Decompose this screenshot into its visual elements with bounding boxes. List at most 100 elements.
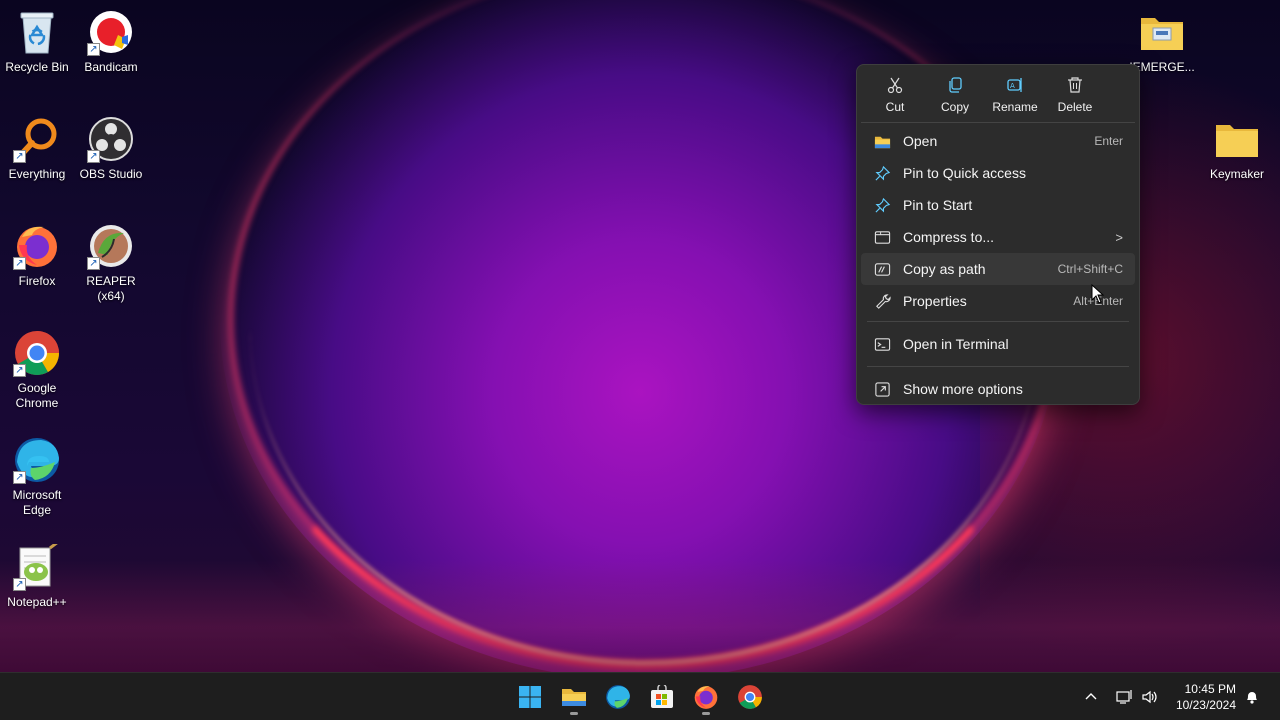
- menu-item-compress[interactable]: Compress to... >: [861, 221, 1135, 253]
- bandicam-icon: ↗: [87, 8, 135, 56]
- desktop-icon-google-chrome[interactable]: ↗ Google Chrome: [0, 329, 75, 411]
- desktop-icon-label: Keymaker: [1209, 167, 1265, 181]
- desktop-icon-reaper[interactable]: ↗ REAPER (x64): [73, 222, 149, 304]
- folder-icon: [871, 130, 893, 152]
- desktop-icon-label: Notepad++: [7, 595, 67, 609]
- pin-icon: [871, 162, 893, 184]
- context-menu-quick-actions: Cut Copy A Rename Delete: [861, 65, 1135, 123]
- running-indicator: [702, 712, 710, 715]
- desktop-icon-bandicam[interactable]: ↗ Bandicam: [73, 8, 149, 75]
- chevron-up-icon: [1085, 693, 1097, 700]
- windows-logo-icon: [519, 686, 541, 708]
- menu-item-shortcut: Ctrl+Shift+C: [1057, 262, 1123, 276]
- reaper-icon: ↗: [87, 222, 135, 270]
- context-menu: Cut Copy A Rename Delete Open Enter Pin …: [856, 64, 1140, 405]
- desktop-icon-firefox[interactable]: ↗ Firefox: [0, 222, 75, 289]
- file-explorer-icon: [562, 689, 586, 706]
- taskbar-firefox[interactable]: [686, 677, 726, 717]
- edge-icon: [606, 685, 630, 709]
- menu-item-pin-quick-access[interactable]: Pin to Quick access: [861, 157, 1135, 189]
- shortcut-arrow-icon: ↗: [13, 364, 26, 377]
- path-icon: [871, 258, 893, 280]
- menu-item-label: Show more options: [903, 381, 1023, 397]
- copy-icon: [949, 77, 962, 93]
- context-menu-list: Open Enter Pin to Quick access Pin to St…: [857, 123, 1139, 409]
- desktop-icon-recycle-bin[interactable]: Recycle Bin: [0, 8, 75, 75]
- rename-label: Rename: [992, 100, 1038, 114]
- volume-button[interactable]: [1141, 673, 1159, 720]
- chrome-icon: [738, 685, 762, 709]
- obs-icon: ↗: [87, 115, 135, 163]
- trash-icon: [1068, 77, 1082, 93]
- clock-time: 10:45 PM: [1184, 682, 1236, 696]
- menu-item-copy-as-path[interactable]: Copy as path Ctrl+Shift+C: [861, 253, 1135, 285]
- menu-item-label: Pin to Start: [903, 197, 973, 213]
- delete-button[interactable]: Delete: [1045, 71, 1105, 119]
- wallpaper-horizon: [0, 560, 1280, 672]
- shortcut-arrow-icon: ↗: [13, 257, 26, 270]
- scissors-icon: [887, 77, 903, 94]
- shortcut-arrow-icon: ↗: [13, 471, 26, 484]
- folder-icon: [1213, 115, 1261, 163]
- desktop-icon-keymaker-folder[interactable]: Keymaker: [1199, 115, 1275, 182]
- menu-item-open[interactable]: Open Enter: [861, 125, 1135, 157]
- svg-text:A: A: [1010, 82, 1015, 90]
- desktop-icon-label: Everything: [8, 167, 66, 181]
- tray-overflow-button[interactable]: [1084, 673, 1098, 720]
- cut-button[interactable]: Cut: [865, 71, 925, 119]
- archive-icon: [871, 226, 893, 248]
- terminal-icon: [871, 333, 893, 355]
- rename-icon: A: [1007, 78, 1022, 92]
- desktop-icon-notepadpp[interactable]: ↗ Notepad++: [0, 543, 75, 610]
- menu-item-label: Open: [903, 133, 938, 149]
- desktop-icon-everything[interactable]: ↗ Everything: [0, 115, 75, 182]
- desktop-icon-obs-studio[interactable]: ↗ OBS Studio: [73, 115, 149, 182]
- menu-divider: [867, 321, 1129, 322]
- menu-item-label: Open in Terminal: [903, 336, 1009, 352]
- menu-item-shortcut: Enter: [1094, 134, 1123, 148]
- menu-item-show-more-options[interactable]: Show more options: [861, 371, 1135, 407]
- desktop-icon-label: Microsoft Edge: [12, 488, 62, 517]
- rename-button[interactable]: A Rename: [985, 71, 1045, 119]
- shortcut-arrow-icon: ↗: [87, 43, 100, 56]
- menu-item-pin-start[interactable]: Pin to Start: [861, 189, 1135, 221]
- delete-label: Delete: [1057, 100, 1093, 114]
- menu-item-label: Copy as path: [903, 261, 986, 277]
- recycle-bin-icon: [13, 8, 61, 56]
- shortcut-arrow-icon: ↗: [87, 150, 100, 163]
- clock-date: 10/23/2024: [1175, 698, 1236, 712]
- notifications-button[interactable]: [1244, 673, 1260, 720]
- desktop-icon-label: Bandicam: [84, 60, 138, 74]
- chevron-right-icon: >: [1115, 229, 1123, 245]
- desktop-icon-label: Google Chrome: [15, 381, 59, 410]
- magnifier-icon: ↗: [13, 115, 61, 163]
- taskbar-edge[interactable]: [598, 677, 638, 717]
- shortcut-arrow-icon: ↗: [13, 578, 26, 591]
- desktop-icon-microsoft-edge[interactable]: ↗ Microsoft Edge: [0, 436, 75, 518]
- speaker-icon: [1142, 690, 1157, 704]
- shortcut-arrow-icon: ↗: [87, 257, 100, 270]
- menu-item-open-terminal[interactable]: Open in Terminal: [861, 326, 1135, 362]
- network-icon: [1116, 690, 1132, 704]
- taskbar-file-explorer[interactable]: [554, 677, 594, 717]
- store-icon: [651, 685, 673, 708]
- chrome-icon: ↗: [13, 329, 61, 377]
- menu-item-label: Pin to Quick access: [903, 165, 1026, 181]
- notepadpp-icon: ↗: [13, 543, 61, 591]
- menu-item-label: Properties: [903, 293, 967, 309]
- menu-item-label: Compress to...: [903, 229, 995, 245]
- folder-icon: [1138, 8, 1186, 56]
- cut-label: Cut: [885, 100, 905, 114]
- mouse-cursor-icon: [1091, 284, 1105, 304]
- menu-divider: [867, 366, 1129, 367]
- pin-icon: [871, 194, 893, 216]
- taskbar-chrome[interactable]: [730, 677, 770, 717]
- taskbar-clock[interactable]: 10:45 PM 10/23/2024: [1176, 681, 1236, 713]
- bell-icon: [1247, 692, 1257, 704]
- network-button[interactable]: [1116, 673, 1134, 720]
- copy-button[interactable]: Copy: [925, 71, 985, 119]
- edge-icon: ↗: [13, 436, 61, 484]
- firefox-icon: [694, 686, 718, 709]
- taskbar-store[interactable]: [642, 677, 682, 717]
- start-button[interactable]: [510, 677, 550, 717]
